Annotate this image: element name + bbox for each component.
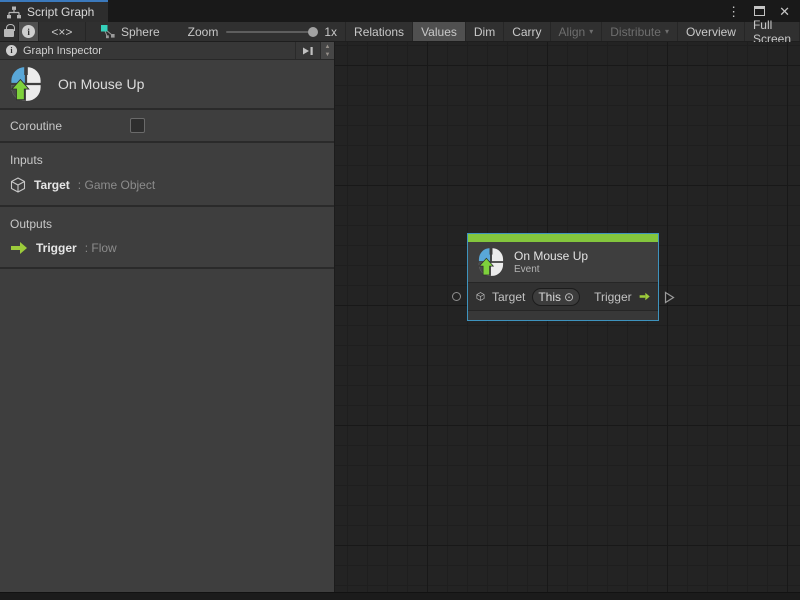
node-input-connection-port[interactable] [452,292,461,301]
outputs-heading: Outputs [10,217,334,231]
window-menu-icon[interactable]: ⋮ [727,5,740,18]
chevron-down-icon: ▾ [665,27,669,36]
zoom-control: Zoom 1x [170,22,345,41]
output-port-row: Trigger : Flow [10,241,334,255]
node-subtitle: Event [514,264,588,276]
fullscreen-button[interactable]: Full Screen [745,22,800,41]
window-bottom-edge [0,592,800,600]
zoom-label: Zoom [188,25,219,39]
unit-title-block: On Mouse Up [0,60,334,110]
distribute-label: Distribute [610,25,661,39]
chevron-down-icon: ▾ [589,27,593,36]
relations-button[interactable]: Relations [345,22,413,41]
inputs-heading: Inputs [10,153,334,167]
spin-down-icon[interactable]: ▼ [325,51,331,59]
info-icon: i [6,45,17,56]
maximize-icon[interactable] [754,6,765,16]
tab-label: Script Graph [27,5,94,19]
lock-button[interactable] [0,22,19,41]
node-ports-row: Target This ⊙ Trigger [468,282,658,310]
values-button[interactable]: Values [413,22,466,41]
port-type-separator: : [85,241,88,255]
outputs-section: Outputs Trigger : Flow [0,207,334,269]
close-icon[interactable]: ✕ [779,5,790,18]
unit-title: On Mouse Up [58,76,144,92]
script-graph-asset-icon [100,24,116,39]
panel-scroll-spinner[interactable]: ▲ ▼ [320,42,334,59]
overview-label: Overview [686,25,736,39]
graph-canvas[interactable] [335,42,800,600]
input-port-name: Target [34,178,70,192]
code-icon: <×> [51,25,72,39]
on-mouse-up-icon [478,247,504,277]
tab-script-graph[interactable]: Script Graph [0,0,108,22]
dim-button[interactable]: Dim [466,22,504,41]
dim-label: Dim [474,25,495,39]
toolbar-right-buttons: Relations Values Dim Carry Align▾ Distri… [345,22,800,41]
port-type-text: Game Object [84,178,155,192]
node-header[interactable]: On Mouse Up Event [468,242,658,282]
on-mouse-up-icon [10,66,42,102]
dock-panel-button[interactable] [295,42,320,59]
node-output-connection-port[interactable] [664,291,675,307]
coroutine-row: Coroutine [0,110,334,143]
input-port-type: : Game Object [78,178,155,192]
dock-icon [302,46,314,56]
values-label: Values [421,25,457,39]
object-name: Sphere [121,25,160,39]
flow-arrow-icon [10,242,28,254]
inspector-toggle-button[interactable]: i [19,22,38,41]
node-input-label: Target [492,290,525,304]
target-value-chip[interactable]: This ⊙ [532,288,580,306]
graph-inspector-panel: i Graph Inspector ▲ ▼ On Mouse Up [0,42,335,592]
input-port-row: Target : Game Object [10,177,334,193]
coroutine-label: Coroutine [10,119,62,133]
align-button[interactable]: Align▾ [551,22,603,41]
port-type-text: Flow [91,241,116,255]
node-event-colorbar [468,234,658,242]
distribute-button[interactable]: Distribute ▾ [602,22,678,41]
graph-toolbar: i <×> Sphere Zoom 1x Relations Values Di… [0,22,800,42]
output-port-name: Trigger [36,241,77,255]
graph-inspector-title: Graph Inspector [23,45,102,57]
cube-icon [10,177,26,193]
code-view-button[interactable]: <×> [39,22,86,41]
lock-icon [4,29,14,37]
inspector-header-controls: ▲ ▼ [295,42,334,59]
node-title: On Mouse Up [514,249,588,264]
graph-inspector-header: i Graph Inspector ▲ ▼ [0,42,334,60]
inputs-section: Inputs Target : Game Object [0,143,334,207]
coroutine-checkbox[interactable] [130,118,145,133]
overview-button[interactable]: Overview [678,22,745,41]
tab-bar: Script Graph ⋮ ✕ [0,0,800,22]
port-type-separator: : [78,178,81,192]
info-icon: i [22,25,35,38]
carry-button[interactable]: Carry [504,22,550,41]
trigger-arrow-icon[interactable] [639,290,650,303]
object-picker-icon[interactable]: ⊙ [564,291,574,303]
node-footer [468,310,658,320]
zoom-slider-knob[interactable] [308,27,318,37]
graph-hierarchy-icon [7,6,21,19]
carry-label: Carry [512,25,541,39]
relations-label: Relations [354,25,404,39]
zoom-value: 1x [324,25,337,39]
cube-icon [476,289,485,304]
align-label: Align [559,25,586,39]
on-mouse-up-node[interactable]: On Mouse Up Event Target This ⊙ Trigger [467,233,659,321]
spin-up-icon[interactable]: ▲ [325,43,331,51]
target-value: This [538,290,561,304]
node-output-label: Trigger [594,290,632,304]
output-port-type: : Flow [85,241,117,255]
graph-owner-object[interactable]: Sphere [86,22,170,41]
zoom-slider[interactable] [226,31,316,33]
node-title-block: On Mouse Up Event [514,249,588,276]
